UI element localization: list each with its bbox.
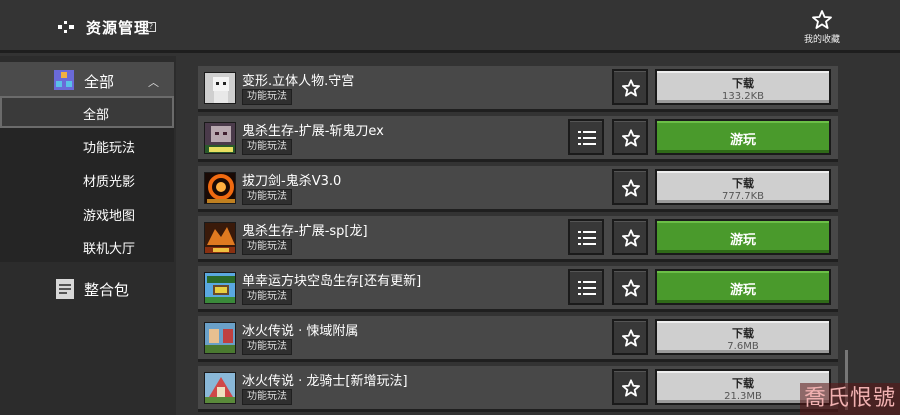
- item-title: 单幸运方块空岛生存[还有更新]: [242, 274, 422, 289]
- subcategory-gameplay[interactable]: 功能玩法: [0, 129, 174, 161]
- file-size: 7.6MB: [727, 341, 759, 352]
- thumbnail: [204, 372, 236, 404]
- item-tag: 功能玩法: [242, 89, 292, 105]
- document-icon: [56, 279, 74, 299]
- thumbnail: [204, 272, 236, 304]
- file-size: 133.2KB: [721, 91, 765, 102]
- download-label: 下载: [732, 327, 754, 340]
- list-item[interactable]: 冰火传说 · 龙骑士[新增玩法] 功能玩法 下载 21.3MB: [198, 366, 838, 412]
- header: 资源管理 ? 我的收藏: [0, 0, 900, 53]
- thumbnail: [204, 122, 236, 154]
- play-label: 游玩: [729, 133, 756, 148]
- category-label: 全部: [84, 73, 115, 91]
- download-button[interactable]: 下载 133.2KB: [655, 69, 831, 105]
- modpack-label: 整合包: [84, 281, 130, 299]
- item-tag: 功能玩法: [242, 189, 292, 205]
- thumbnail: [204, 322, 236, 354]
- item-tag: 功能玩法: [242, 339, 292, 355]
- modpack-category[interactable]: 整合包: [0, 269, 174, 309]
- subcategory-list: 全部 功能玩法 材质光影 游戏地图 联机大厅: [0, 96, 174, 262]
- star-icon: [622, 229, 640, 247]
- subcategory-multiplayer[interactable]: 联机大厅: [0, 230, 174, 262]
- item-tag: 功能玩法: [242, 239, 292, 255]
- play-label: 游玩: [729, 233, 756, 248]
- item-tag: 功能玩法: [242, 289, 292, 305]
- star-icon: [622, 129, 640, 147]
- watermark: 喬氏恨號: [800, 383, 900, 415]
- favorite-button[interactable]: [612, 119, 648, 155]
- settings-menu-button[interactable]: [568, 119, 604, 155]
- play-button[interactable]: 游玩: [655, 219, 831, 255]
- settings-menu-button[interactable]: [568, 269, 604, 305]
- list-item[interactable]: 鬼杀生存-扩展-sp[龙] 功能玩法 游玩: [198, 216, 838, 262]
- list-menu-icon: [578, 281, 596, 295]
- favorites-label: 我的收藏: [803, 35, 840, 45]
- list-item[interactable]: 拔刀剑-鬼杀V3.0 功能玩法 下载 777.7KB: [198, 166, 838, 212]
- item-title: 变形.立体人物.守宫: [242, 74, 355, 89]
- download-button[interactable]: 下载 7.6MB: [655, 319, 831, 355]
- favorite-button[interactable]: [612, 369, 648, 405]
- star-icon: [622, 279, 640, 297]
- favorite-button[interactable]: [612, 319, 648, 355]
- item-title: 鬼杀生存-扩展-sp[龙]: [242, 224, 368, 239]
- grid-icon: [54, 70, 74, 90]
- item-tag: 功能玩法: [242, 389, 292, 405]
- file-size: 777.7KB: [721, 191, 765, 202]
- favorite-button[interactable]: [612, 169, 648, 205]
- subcategory-label: 功能玩法: [83, 141, 136, 156]
- item-title: 拔刀剑-鬼杀V3.0: [242, 174, 342, 189]
- thumbnail: [204, 72, 236, 104]
- favorite-button[interactable]: [612, 69, 648, 105]
- item-title: 冰火传说 · 悚域附属: [242, 324, 359, 339]
- subcategory-label: 材质光影: [83, 175, 136, 190]
- list-item[interactable]: 冰火传说 · 悚域附属 功能玩法 下载 7.6MB: [198, 316, 838, 362]
- item-title: 冰火传说 · 龙骑士[新增玩法]: [242, 374, 408, 389]
- list-menu-icon: [578, 131, 596, 145]
- subcategory-label: 全部: [83, 108, 110, 123]
- play-label: 游玩: [729, 283, 756, 298]
- list-item[interactable]: 单幸运方块空岛生存[还有更新] 功能玩法 游玩: [198, 266, 838, 312]
- category-all-toggle[interactable]: 全部 ︿: [0, 62, 174, 98]
- settings-menu-button[interactable]: [568, 219, 604, 255]
- resource-list: 变形.立体人物.守宫 功能玩法 下载 133.2KB 鬼杀生存-扩展-斩鬼刀ex…: [198, 66, 838, 415]
- download-button[interactable]: 下载 777.7KB: [655, 169, 831, 205]
- list-menu-icon: [578, 231, 596, 245]
- favorites-button[interactable]: 我的收藏: [792, 10, 852, 45]
- sidebar: 全部 ︿ 全部 功能玩法 材质光影 游戏地图 联机大厅 整合包: [0, 56, 176, 415]
- item-tag: 功能玩法: [242, 139, 292, 155]
- list-item[interactable]: 变形.立体人物.守宫 功能玩法 下载 133.2KB: [198, 66, 838, 112]
- favorite-button[interactable]: [612, 269, 648, 305]
- star-icon: [622, 379, 640, 397]
- thumbnail: [204, 222, 236, 254]
- star-icon: [812, 10, 832, 29]
- list-item[interactable]: 鬼杀生存-扩展-斩鬼刀ex 功能玩法 游玩: [198, 116, 838, 162]
- item-title: 鬼杀生存-扩展-斩鬼刀ex: [242, 124, 384, 139]
- resource-manager-icon: [58, 21, 74, 33]
- star-icon: [622, 329, 640, 347]
- subcategory-maps[interactable]: 游戏地图: [0, 197, 174, 229]
- download-label: 下载: [732, 77, 754, 90]
- download-label: 下载: [732, 177, 754, 190]
- subcategory-label: 联机大厅: [83, 242, 136, 257]
- play-button[interactable]: 游玩: [655, 119, 831, 155]
- help-icon[interactable]: ?: [146, 22, 156, 32]
- star-icon: [622, 79, 640, 97]
- subcategory-all[interactable]: 全部: [0, 96, 174, 128]
- thumbnail: [204, 172, 236, 204]
- favorite-button[interactable]: [612, 219, 648, 255]
- collapse-arrow-icon: ︿: [148, 76, 159, 89]
- subcategory-label: 游戏地图: [83, 209, 136, 224]
- page-title: 资源管理: [86, 19, 151, 37]
- subcategory-textures[interactable]: 材质光影: [0, 163, 174, 195]
- play-button[interactable]: 游玩: [655, 269, 831, 305]
- star-icon: [622, 179, 640, 197]
